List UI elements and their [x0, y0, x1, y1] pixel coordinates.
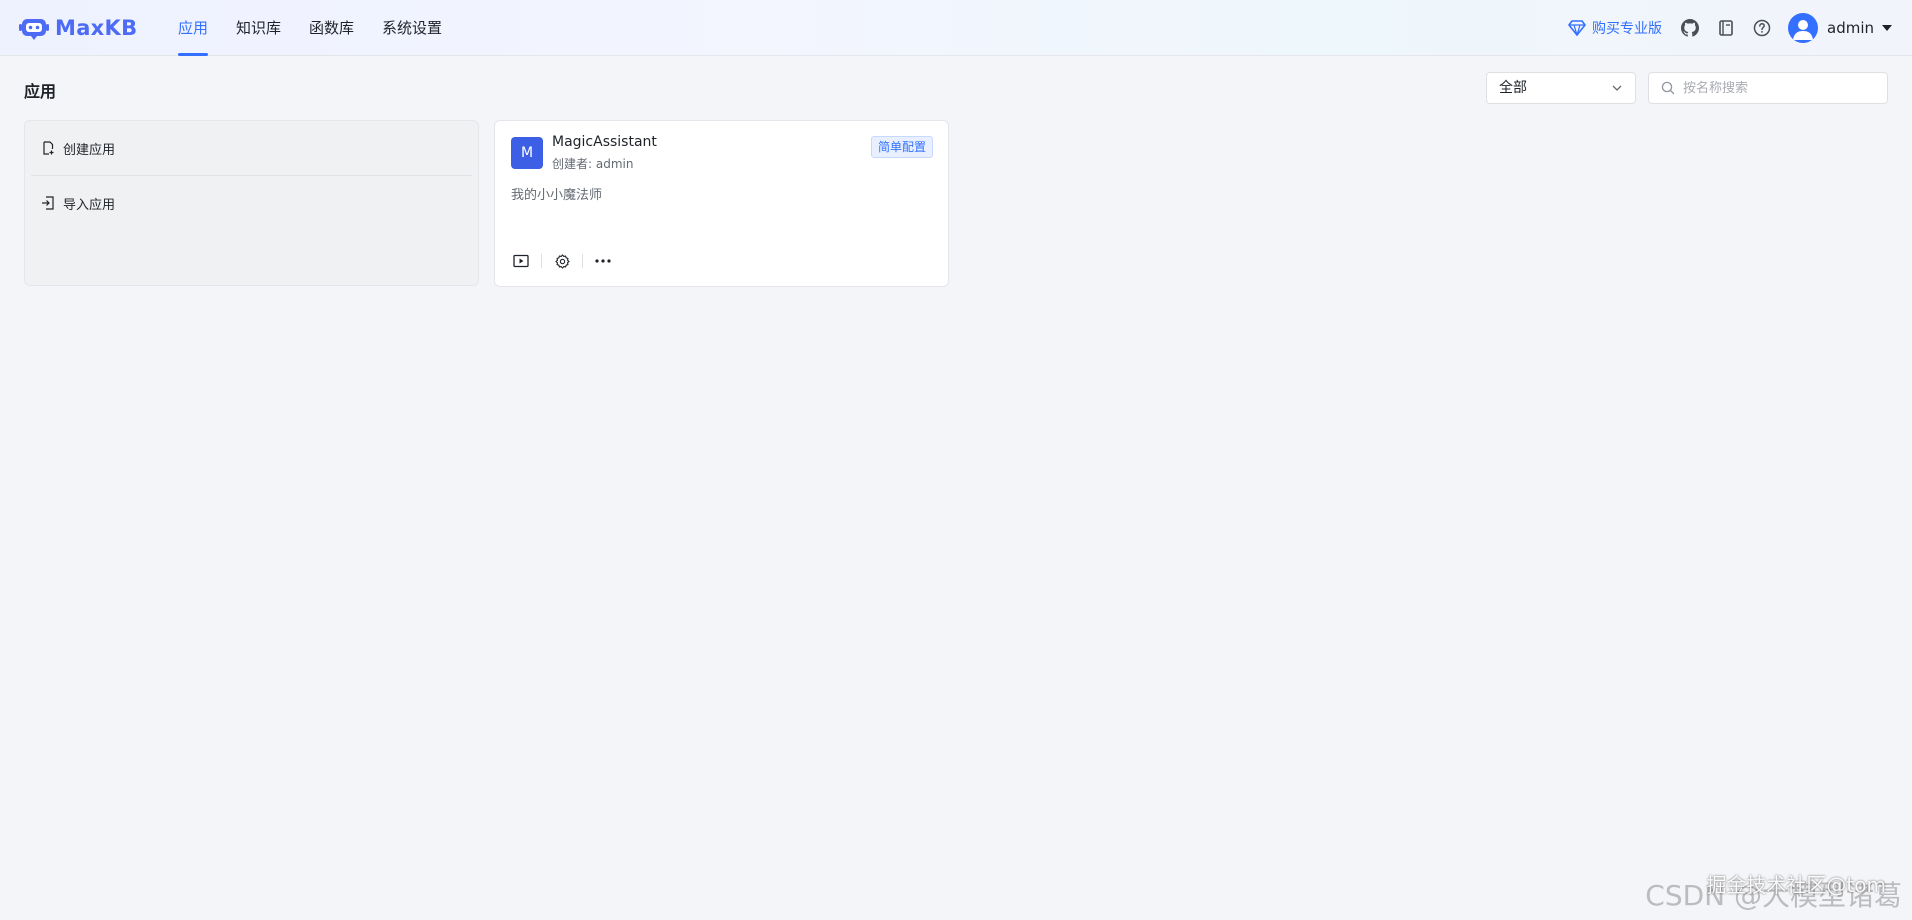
help-icon[interactable] — [1752, 18, 1772, 38]
create-app-card: 创建应用 导入应用 — [24, 120, 479, 286]
diamond-icon — [1568, 20, 1586, 36]
import-app-button[interactable]: 导入应用 — [25, 176, 478, 230]
buy-pro-button[interactable]: 购买专业版 — [1568, 18, 1662, 38]
user-icon — [1793, 20, 1813, 40]
import-app-label: 导入应用 — [63, 197, 116, 213]
username: admin — [1827, 19, 1874, 37]
nav-item-knowledge[interactable]: 知识库 — [236, 0, 281, 56]
demo-button[interactable] — [511, 251, 531, 271]
nav-item-settings[interactable]: 系统设置 — [382, 0, 442, 56]
divider — [582, 254, 583, 268]
header-actions: 购买专业版 admin — [1568, 0, 1892, 56]
app-type-tag: 简单配置 — [870, 136, 933, 158]
more-horizontal-icon — [595, 259, 611, 263]
app-card[interactable]: M MagicAssistant 创建者: admin 简单配置 我的小小魔法师 — [494, 120, 949, 287]
main-nav: 应用 知识库 函数库 系统设置 — [178, 0, 470, 56]
search-box — [1648, 72, 1888, 104]
search-icon — [1661, 81, 1675, 95]
buy-pro-label: 购买专业版 — [1592, 21, 1662, 37]
create-app-label: 创建应用 — [63, 142, 116, 158]
gear-icon — [554, 253, 570, 269]
top-header: MaxKB 应用 知识库 函数库 系统设置 购买专业版 admin — [0, 0, 1912, 56]
app-description: 我的小小魔法师 — [511, 188, 603, 203]
app-avatar: M — [511, 137, 543, 169]
search-input[interactable] — [1683, 80, 1873, 96]
book-icon[interactable] — [1716, 18, 1736, 38]
avatar — [1788, 13, 1818, 43]
watermark-juejin: 掘金技术社区@tom — [1706, 873, 1886, 897]
chevron-down-icon — [1612, 85, 1622, 91]
type-filter-select[interactable]: 全部 — [1486, 72, 1636, 104]
divider — [541, 254, 542, 268]
user-menu[interactable]: admin — [1788, 13, 1892, 43]
filter-selected-value: 全部 — [1499, 80, 1527, 96]
more-button[interactable] — [593, 251, 613, 271]
logo-text: MaxKB — [55, 16, 138, 40]
logo[interactable]: MaxKB — [19, 13, 137, 43]
page-title: 应用 — [24, 82, 57, 101]
nav-item-apps[interactable]: 应用 — [178, 0, 209, 56]
caret-down-icon — [1882, 25, 1892, 31]
robot-logo-icon — [19, 16, 49, 40]
create-app-button[interactable]: 创建应用 — [25, 121, 478, 175]
github-icon[interactable] — [1680, 18, 1700, 38]
settings-button[interactable] — [552, 251, 572, 271]
app-actions — [511, 251, 613, 271]
nav-item-functions[interactable]: 函数库 — [309, 0, 354, 56]
import-icon — [42, 196, 54, 210]
new-document-icon — [43, 141, 54, 155]
app-creator: 创建者: admin — [552, 157, 634, 171]
app-name: MagicAssistant — [552, 134, 657, 150]
play-screen-icon — [513, 254, 529, 268]
